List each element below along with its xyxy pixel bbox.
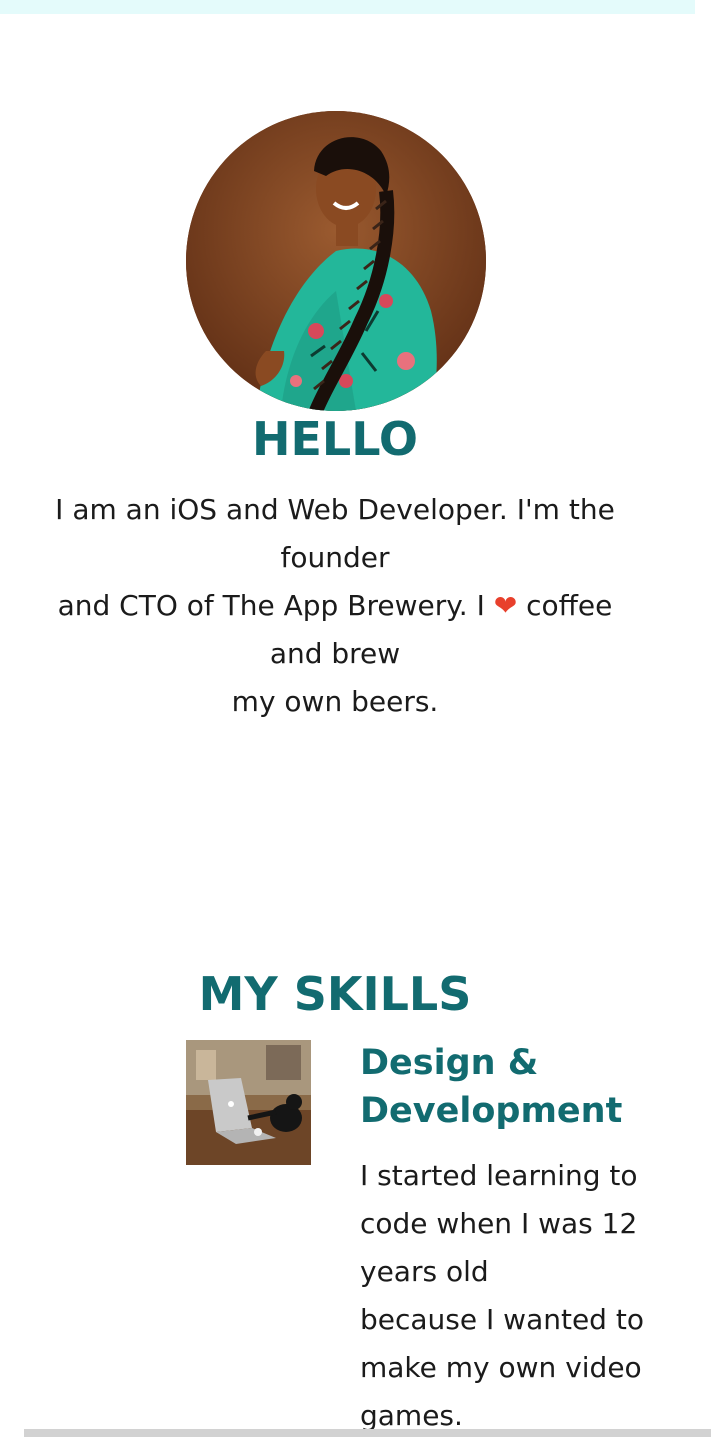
intro-line: I am an iOS and Web Developer. I'm the — [55, 493, 615, 526]
skill-description-line: make my own video — [360, 1351, 642, 1384]
skill-description: I started learning to code when I was 12… — [360, 1152, 690, 1437]
intro-line: my own beers. — [231, 685, 439, 718]
heart-icon: ❤ — [493, 589, 518, 622]
skill-title-line: Development — [360, 1091, 623, 1131]
page: HELLO I am an iOS and Web Developer. I'm… — [0, 0, 711, 1437]
skill-image-art — [186, 1040, 311, 1165]
hello-heading: HELLO — [251, 412, 418, 466]
skill-title: Design & Development — [360, 1039, 690, 1135]
intro-line-heart: and CTO of The App Brewery. I ❤ coffee — [40, 582, 630, 630]
intro-line: founder — [280, 541, 390, 574]
skill-title-line: Design & — [360, 1043, 539, 1083]
intro-line-text: coffee — [517, 589, 613, 622]
profile-photo — [186, 111, 486, 411]
skill-description-line: I started learning to — [360, 1159, 638, 1192]
intro-line-text: and CTO of The App Brewery. I — [57, 589, 494, 622]
profile-photo-art — [186, 111, 486, 411]
skills-heading: MY SKILLS — [198, 967, 472, 1021]
horizontal-scrollbar[interactable] — [24, 1429, 711, 1437]
skill-description-line: code when I was 12 — [360, 1207, 638, 1240]
skill-description-line: years old — [360, 1255, 489, 1288]
intro-paragraph: I am an iOS and Web Developer. I'm the f… — [40, 486, 630, 726]
skill-description-line: because I wanted to — [360, 1303, 644, 1336]
skill-image — [186, 1040, 311, 1165]
top-band — [0, 0, 695, 14]
intro-line: and brew — [269, 637, 401, 670]
